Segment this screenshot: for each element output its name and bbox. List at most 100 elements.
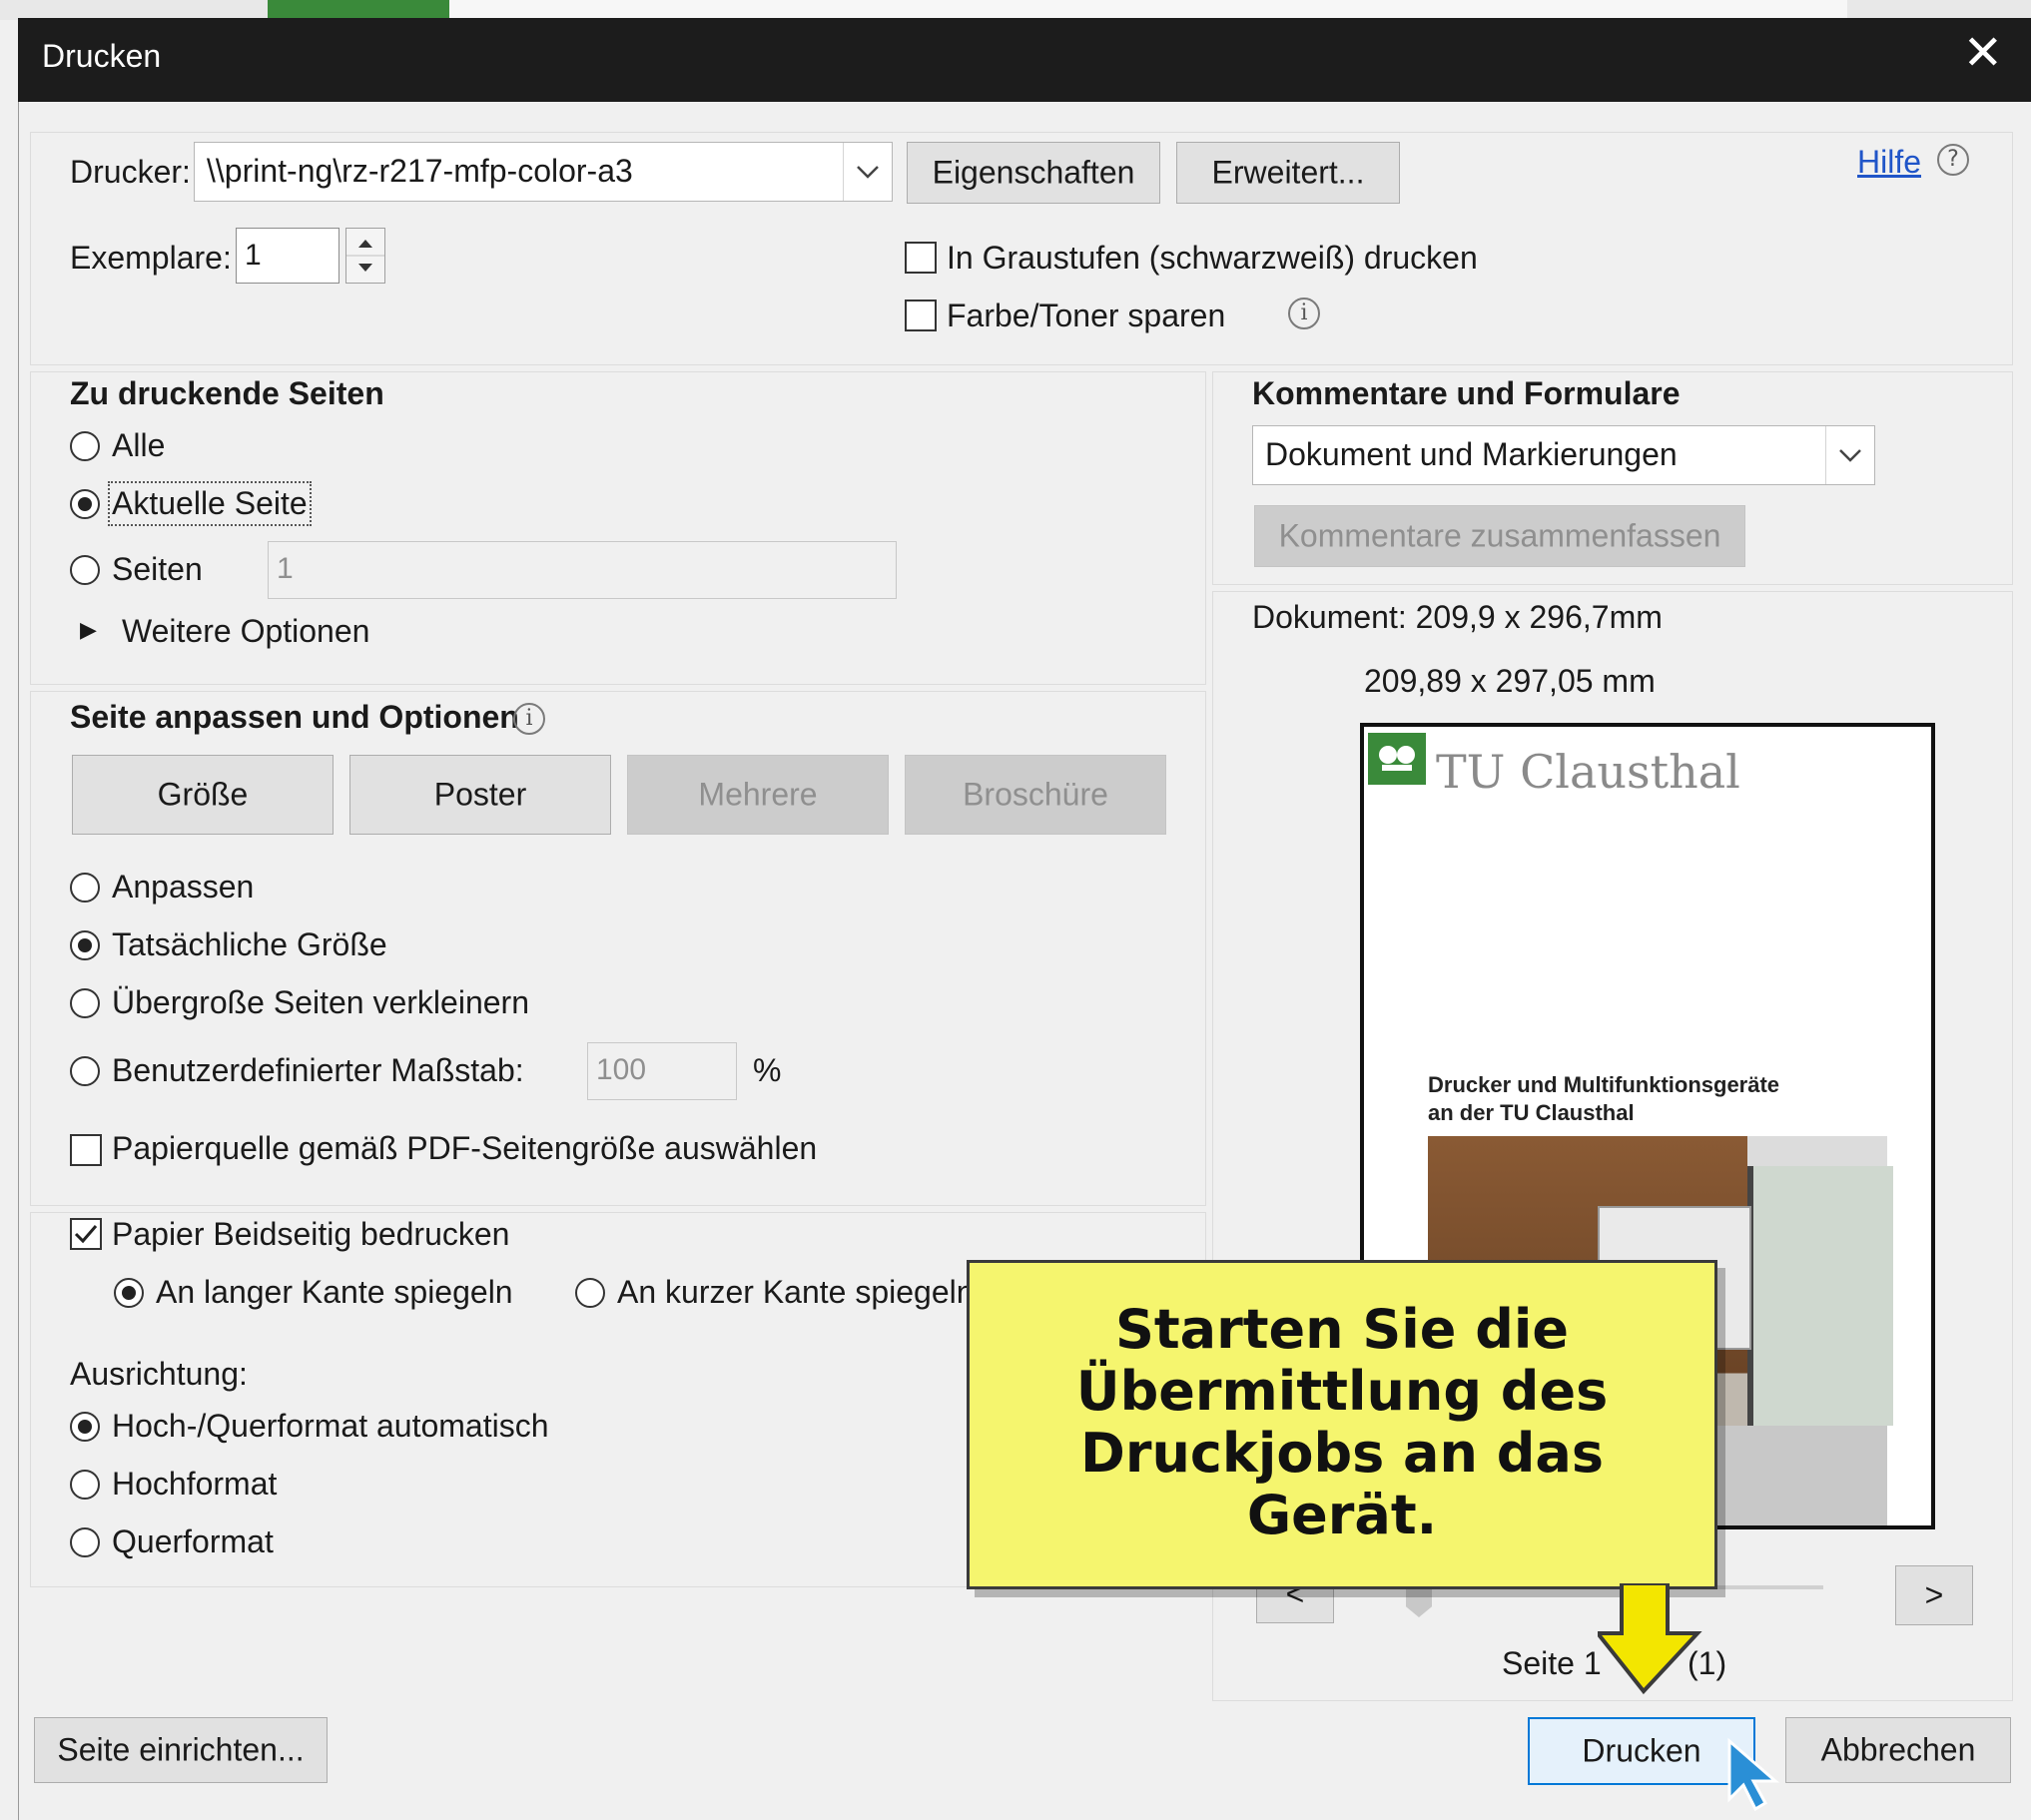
properties-button-label: Eigenschaften	[932, 154, 1135, 191]
poster-button[interactable]: Poster	[349, 755, 611, 835]
save-toner-label: Farbe/Toner sparen	[947, 298, 1226, 333]
pages-range-value: 1	[277, 552, 294, 585]
landscape-radio[interactable]	[70, 1527, 100, 1557]
chevron-down-icon[interactable]	[1825, 426, 1874, 484]
next-page-button[interactable]: >	[1895, 1565, 1973, 1625]
next-page-glyph: >	[1924, 1576, 1944, 1613]
printer-select[interactable]: \\print-ng\rz-r217-mfp-color-a3	[194, 142, 893, 202]
orientation-label: Ausrichtung:	[70, 1356, 248, 1392]
page-logo	[1368, 733, 1426, 785]
landscape-label: Querformat	[112, 1523, 274, 1559]
mouse-cursor-icon	[1727, 1737, 1780, 1811]
summarize-comments-label: Kommentare zusammenfassen	[1278, 517, 1721, 554]
pages-all-label: Alle	[112, 427, 166, 463]
printer-label: Drucker:	[70, 154, 191, 190]
callout-line-2: Übermittlung des	[1075, 1360, 1609, 1423]
chevron-down-icon[interactable]	[843, 143, 892, 201]
copies-label: Exemplare:	[70, 240, 232, 276]
custom-scale-radio[interactable]	[70, 1056, 100, 1086]
comments-select[interactable]: Dokument und Markierungen	[1252, 425, 1875, 485]
fit-radio[interactable]	[70, 873, 100, 903]
pages-heading: Zu druckende Seiten	[70, 375, 384, 411]
copies-input-value: 1	[245, 239, 262, 272]
actual-size-radio[interactable]	[70, 930, 100, 960]
custom-scale-input[interactable]: 100	[587, 1042, 737, 1100]
comments-select-value: Dokument und Markierungen	[1265, 436, 1678, 472]
callout-text: Starten Sie die Übermittlung des Druckjo…	[970, 1299, 1714, 1546]
dialog-titlebar: Drucken ✕	[18, 18, 2031, 102]
close-icon[interactable]: ✕	[1963, 30, 2003, 78]
copies-stepper[interactable]	[345, 228, 385, 284]
page-setup-label: Seite einrichten...	[57, 1731, 305, 1768]
page-title: TU Clausthal	[1436, 745, 1740, 799]
duplex-label: Papier Beidseitig bedrucken	[112, 1216, 510, 1252]
expand-arrow-icon[interactable]: ▶	[80, 617, 97, 643]
copies-input[interactable]: 1	[236, 228, 339, 284]
pages-range-radio[interactable]	[70, 555, 100, 585]
grayscale-checkbox[interactable]	[905, 242, 937, 274]
paper-source-checkbox[interactable]	[70, 1134, 102, 1166]
printer-select-value: \\print-ng\rz-r217-mfp-color-a3	[207, 153, 633, 189]
callout-arrow-icon	[1598, 1583, 1702, 1695]
size-button-label: Größe	[157, 776, 249, 813]
long-edge-label: An langer Kante spiegeln	[156, 1274, 513, 1310]
custom-scale-value: 100	[596, 1053, 647, 1086]
help-icon[interactable]: ?	[1937, 144, 1969, 176]
check-mark-icon	[74, 1225, 98, 1244]
fit-heading: Seite anpassen und Optionen	[70, 699, 519, 735]
callout-line-3: Druckjobs an das	[1080, 1422, 1604, 1485]
advanced-button-label: Erweitert...	[1211, 154, 1365, 191]
actual-size-label: Tatsächliche Größe	[112, 926, 387, 962]
short-edge-label: An kurzer Kante spiegeln	[617, 1274, 975, 1310]
percent-label: %	[753, 1052, 782, 1088]
long-edge-radio[interactable]	[114, 1278, 144, 1308]
summarize-comments-button[interactable]: Kommentare zusammenfassen	[1254, 505, 1745, 567]
print-button-label: Drucken	[1582, 1732, 1701, 1769]
portrait-radio[interactable]	[70, 1470, 100, 1500]
orientation-auto-label: Hoch-/Querformat automatisch	[112, 1408, 549, 1444]
duplex-checkbox[interactable]	[70, 1218, 102, 1250]
portrait-label: Hochformat	[112, 1466, 278, 1502]
photo-window	[1747, 1166, 1893, 1426]
orientation-auto-radio[interactable]	[70, 1412, 100, 1442]
poster-button-label: Poster	[433, 776, 527, 813]
shrink-label: Übergroße Seiten verkleinern	[112, 984, 529, 1020]
pages-current-radio[interactable]	[70, 489, 100, 519]
multiple-button-label: Mehrere	[698, 776, 818, 813]
cancel-button-label: Abbrechen	[1820, 1731, 1976, 1768]
pages-all-radio[interactable]	[70, 431, 100, 461]
custom-scale-label: Benutzerdefinierter Maßstab:	[112, 1052, 524, 1088]
grayscale-label: In Graustufen (schwarzweiß) drucken	[947, 240, 1478, 276]
page-size: 209,89 x 297,05 mm	[1364, 663, 1656, 699]
size-button[interactable]: Größe	[72, 755, 334, 835]
fit-label: Anpassen	[112, 869, 255, 905]
comments-heading: Kommentare und Formulare	[1252, 375, 1681, 411]
page-heading-line1: Drucker und Multifunktionsgeräte	[1428, 1072, 1780, 1097]
save-toner-checkbox[interactable]	[905, 300, 937, 331]
properties-button[interactable]: Eigenschaften	[907, 142, 1160, 204]
more-options-label[interactable]: Weitere Optionen	[122, 613, 369, 650]
callout-line-4: Gerät.	[1246, 1484, 1438, 1546]
tutorial-callout: Starten Sie die Übermittlung des Druckjo…	[967, 1260, 1717, 1589]
stepper-arrows-icon[interactable]	[346, 229, 384, 283]
short-edge-radio[interactable]	[575, 1278, 605, 1308]
pages-range-input[interactable]: 1	[268, 541, 897, 599]
paper-source-label: Papierquelle gemäß PDF-Seitengröße auswä…	[112, 1130, 818, 1166]
cancel-button[interactable]: Abbrechen	[1785, 1717, 2011, 1783]
background-app-bar	[449, 0, 1847, 19]
pages-current-label: Aktuelle Seite	[108, 481, 312, 526]
pages-range-label: Seiten	[112, 551, 203, 587]
callout-line-1: Starten Sie die	[1114, 1298, 1570, 1361]
help-link[interactable]: Hilfe	[1857, 144, 1921, 181]
shrink-radio[interactable]	[70, 988, 100, 1018]
page-setup-button[interactable]: Seite einrichten...	[34, 1717, 328, 1783]
booklet-button-label: Broschüre	[963, 776, 1108, 813]
page-indicator-start: Seite 1	[1502, 1645, 1602, 1681]
info-icon[interactable]: i	[1288, 298, 1320, 329]
fit-info-icon[interactable]: i	[513, 703, 545, 735]
advanced-button[interactable]: Erweitert...	[1176, 142, 1400, 204]
booklet-button[interactable]: Broschüre	[905, 755, 1166, 835]
tu-logo-icon	[1379, 746, 1415, 771]
print-button[interactable]: Drucken	[1528, 1717, 1755, 1785]
multiple-button[interactable]: Mehrere	[627, 755, 889, 835]
